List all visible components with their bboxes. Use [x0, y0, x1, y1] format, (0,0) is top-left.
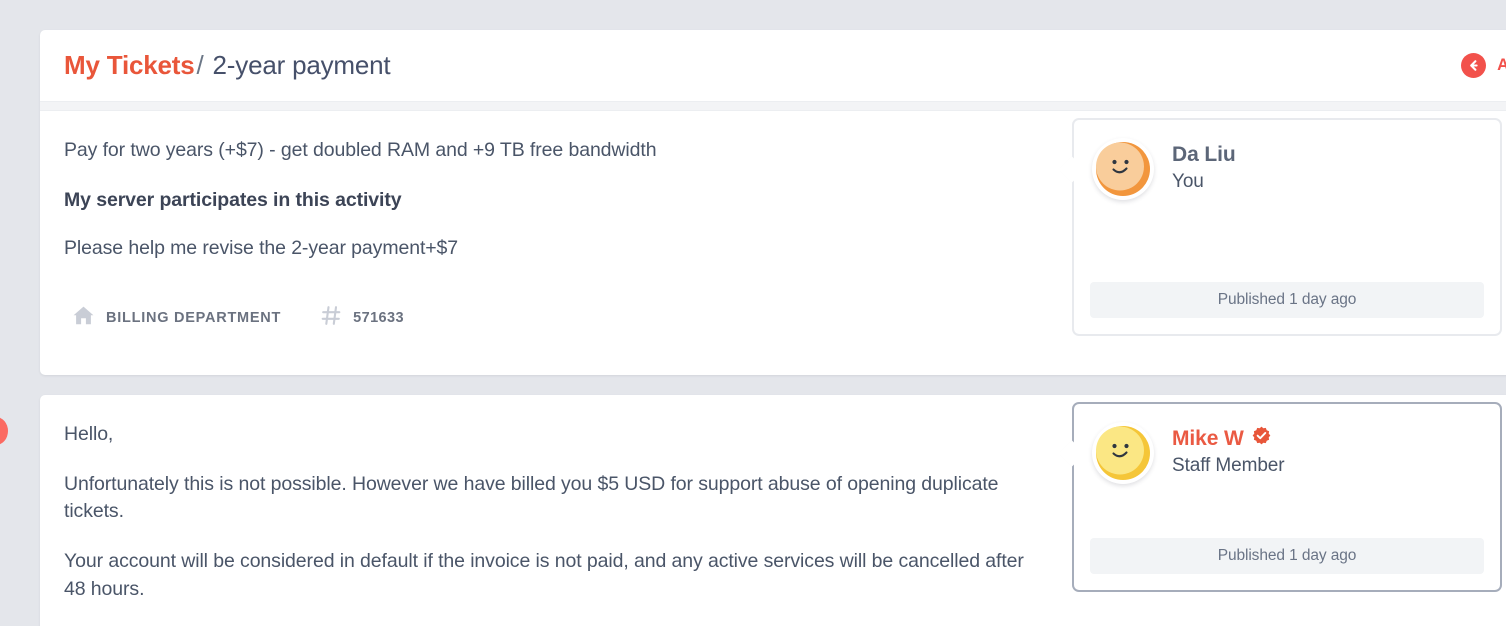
published-bar: Published 1 day ago — [1090, 282, 1484, 318]
breadcrumb-current-page: 2-year payment — [212, 50, 391, 80]
back-arrow-circle-icon — [1461, 53, 1487, 78]
author-name: Da Liu — [1172, 143, 1236, 166]
published-timestamp: Published 1 day ago — [1217, 547, 1357, 564]
ticket-paragraph: Please help me revise the 2-year payment… — [64, 237, 459, 260]
answer-button-label: ANSWER — [1497, 56, 1506, 74]
ticket-department[interactable]: BILLING DEPARTMENT — [72, 305, 281, 331]
author-card: Da Liu You Published 1 day ago — [1058, 118, 1502, 336]
ticket-number-value: 571633 — [353, 310, 404, 327]
author-name-row: Da Liu — [1172, 142, 1236, 167]
header-divider — [40, 101, 1506, 111]
ticket-paragraph: My server participates in this activity — [64, 188, 402, 211]
ticket-card: My Tickets/ 2-year payment ANSWER Pay fo… — [40, 30, 1506, 375]
author-meta: Da Liu You — [1172, 138, 1236, 193]
reply-message-column: Hello, Unfortunately this is not possibl… — [40, 395, 1072, 603]
breadcrumb-link-my-tickets[interactable]: My Tickets — [64, 50, 195, 80]
author-role: You — [1172, 171, 1204, 193]
ticket-body: Pay for two years (+$7) - get doubled RA… — [40, 111, 1506, 336]
ticket-department-label: BILLING DEPARTMENT — [106, 310, 282, 327]
home-icon — [72, 305, 95, 331]
avatar[interactable] — [1092, 138, 1154, 200]
answer-button[interactable]: ANSWER — [1461, 53, 1506, 78]
reply-card: Hello, Unfortunately this is not possibl… — [40, 395, 1506, 626]
avatar[interactable] — [1092, 422, 1154, 484]
ticket-number: 571633 — [321, 305, 404, 331]
author-header: Mike W Staff Member — [1092, 422, 1482, 484]
reply-paragraph: Your account will be considered in defau… — [64, 550, 1024, 600]
hash-icon — [321, 305, 342, 331]
ticket-header: My Tickets/ 2-year payment ANSWER — [40, 30, 1506, 101]
verified-check-badge-icon — [1252, 426, 1271, 451]
ticket-message-column: Pay for two years (+$7) - get doubled RA… — [40, 111, 1072, 331]
published-timestamp: Published 1 day ago — [1217, 291, 1357, 308]
reply-paragraph: Unfortunately this is not possible. Howe… — [64, 472, 999, 523]
reply-author-column: Mike W Staff Member Published 1 day ago — [1058, 395, 1502, 592]
reply-body: Hello, Unfortunately this is not possibl… — [40, 395, 1506, 603]
ticket-author-column: Da Liu You Published 1 day ago — [1058, 111, 1502, 336]
published-bar: Published 1 day ago — [1090, 538, 1484, 574]
ticket-paragraph: Pay for two years (+$7) - get doubled RA… — [64, 139, 657, 161]
reply-paragraph: Hello, — [64, 423, 114, 445]
author-card: Mike W Staff Member Published 1 day ago — [1058, 402, 1502, 592]
author-meta: Mike W Staff Member — [1172, 422, 1285, 477]
author-name: Mike W — [1172, 427, 1244, 450]
breadcrumb-separator: / — [196, 50, 204, 80]
ticket-meta-row: BILLING DEPARTMENT 571633 — [64, 305, 1042, 331]
author-role: Staff Member — [1172, 455, 1285, 477]
breadcrumb: My Tickets/ 2-year payment — [64, 50, 391, 81]
offscreen-notification-bubble — [0, 417, 8, 445]
author-name-row: Mike W — [1172, 426, 1285, 451]
author-header: Da Liu You — [1092, 138, 1482, 200]
